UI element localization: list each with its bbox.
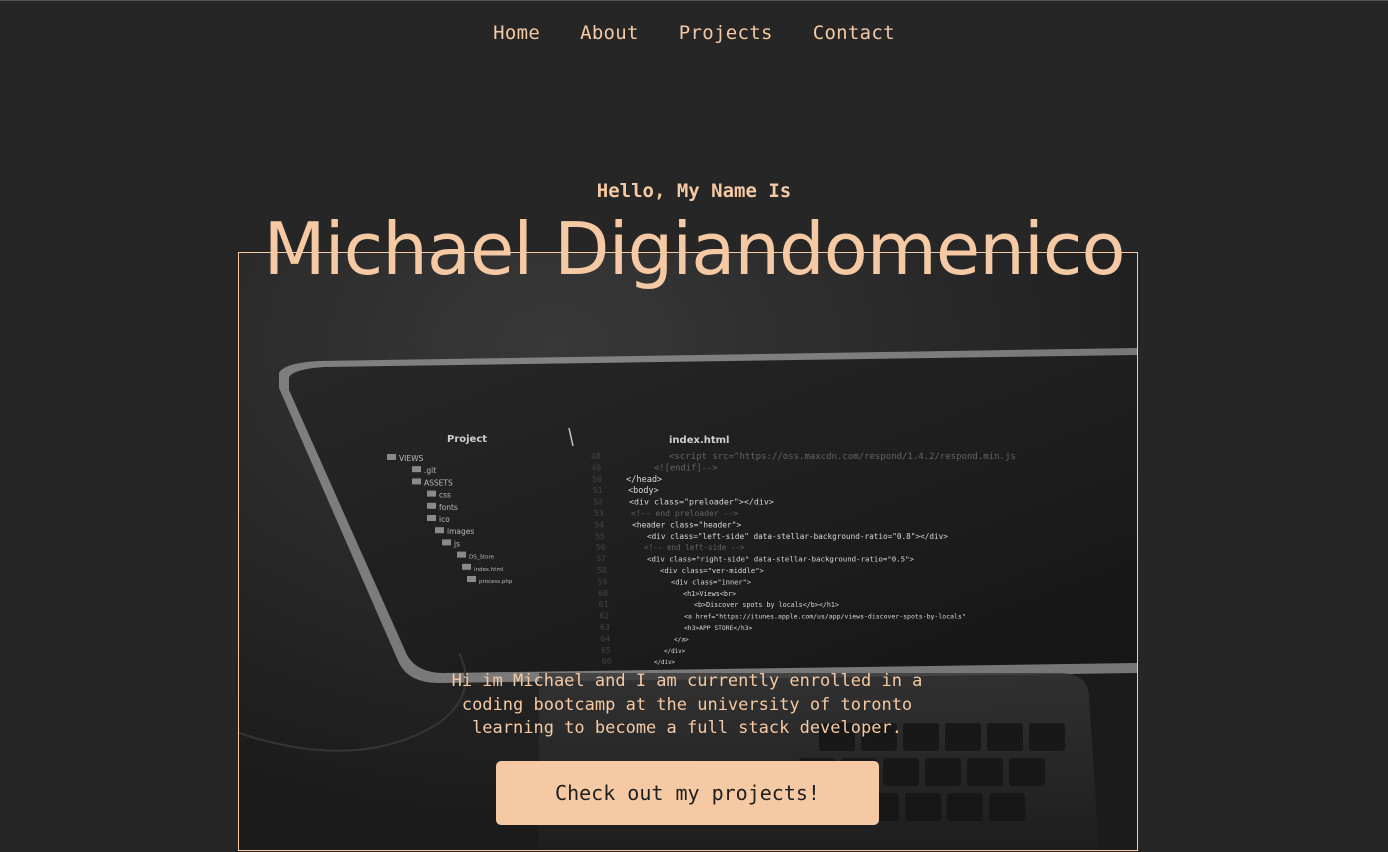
nav-about[interactable]: About xyxy=(580,22,639,44)
nav-contact[interactable]: Contact xyxy=(813,22,895,44)
top-border xyxy=(0,0,1388,1)
main-nav: Home About Projects Contact xyxy=(0,22,1388,44)
nav-home[interactable]: Home xyxy=(493,22,540,44)
projects-cta-button[interactable]: Check out my projects! xyxy=(496,761,879,825)
nav-projects[interactable]: Projects xyxy=(679,22,773,44)
hero-bio: Hi im Michael and I am currently enrolle… xyxy=(451,671,923,738)
hero-greeting: Hello, My Name Is xyxy=(596,180,792,202)
hero-name: Michael Digiandomenico xyxy=(263,207,1125,291)
